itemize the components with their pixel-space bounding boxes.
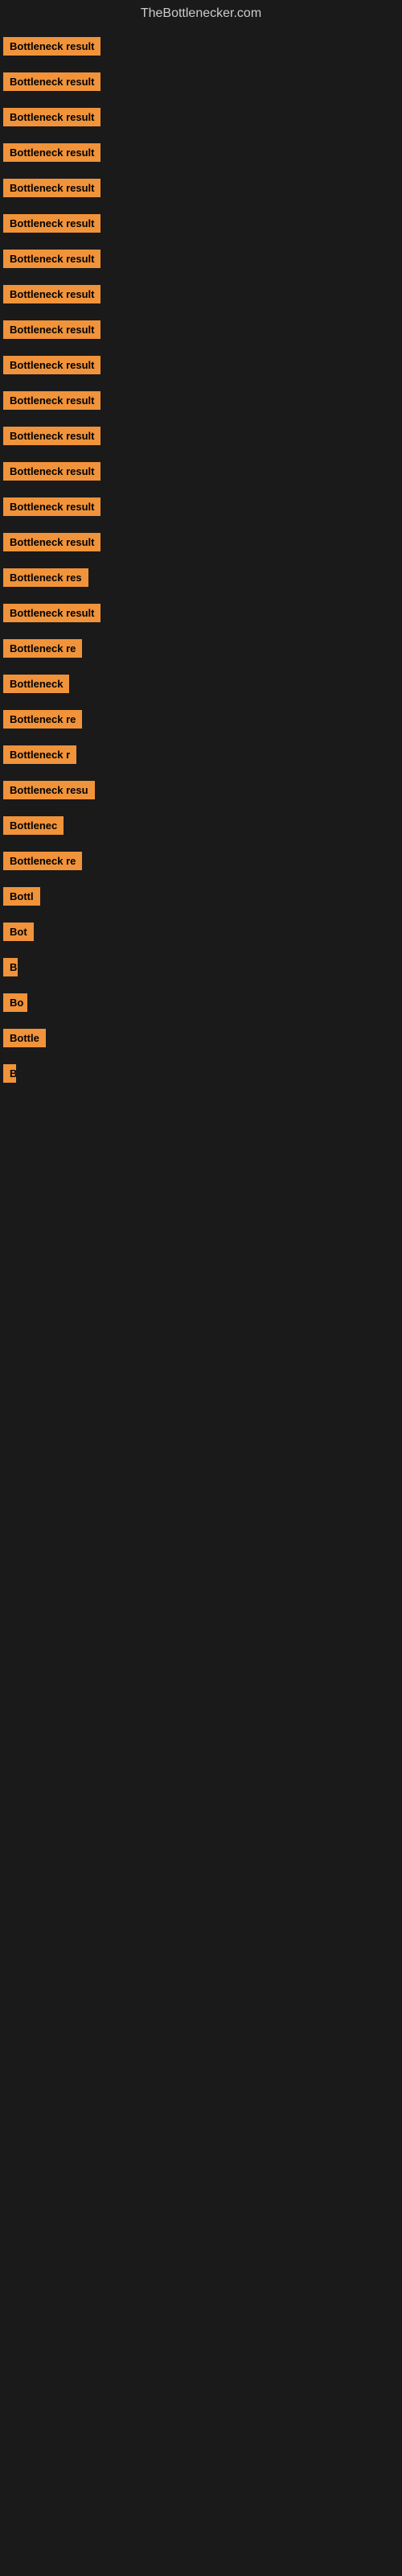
list-item: B — [0, 952, 402, 987]
list-item: Bottleneck res — [0, 562, 402, 597]
list-item: Bottle — [0, 1022, 402, 1058]
bottleneck-badge[interactable]: Bo — [3, 993, 27, 1012]
list-item: Bottleneck result — [0, 279, 402, 314]
bottleneck-badge[interactable]: Bottleneck result — [3, 285, 100, 303]
bottleneck-badge[interactable]: Bottle — [3, 1029, 46, 1047]
items-container: Bottleneck result Bottleneck result Bottle… — [0, 27, 402, 1096]
list-item: Bo — [0, 987, 402, 1022]
list-item: Bottleneck — [0, 668, 402, 704]
bottleneck-badge[interactable]: Bottleneck result — [3, 391, 100, 410]
list-item: Bottleneck result — [0, 385, 402, 420]
list-item: Bottleneck result — [0, 137, 402, 172]
bottleneck-badge[interactable]: Bottleneck result — [3, 72, 100, 91]
site-title: TheBottlenecker.com — [0, 0, 402, 27]
list-item: Bottleneck result — [0, 349, 402, 385]
list-item: Bottleneck re — [0, 633, 402, 668]
bottleneck-badge[interactable]: Bottleneck result — [3, 214, 100, 233]
list-item: Bottleneck result — [0, 456, 402, 491]
bottleneck-badge[interactable]: Bottleneck result — [3, 356, 100, 374]
bottleneck-badge[interactable]: Bot — [3, 923, 34, 941]
bottleneck-badge[interactable]: Bottleneck result — [3, 108, 100, 126]
list-item: Bottleneck r — [0, 739, 402, 774]
bottleneck-badge[interactable]: B — [3, 1064, 16, 1083]
list-item: Bottleneck result — [0, 66, 402, 101]
bottleneck-badge[interactable]: Bottleneck result — [3, 533, 100, 551]
bottleneck-badge[interactable]: Bottleneck re — [3, 710, 82, 729]
bottleneck-badge[interactable]: Bottleneck result — [3, 179, 100, 197]
list-item: Bottl — [0, 881, 402, 916]
bottleneck-badge[interactable]: Bottleneck result — [3, 462, 100, 481]
list-item: Bottlenec — [0, 810, 402, 845]
list-item: Bottleneck re — [0, 704, 402, 739]
list-item: Bottleneck result — [0, 243, 402, 279]
list-item: Bottleneck result — [0, 420, 402, 456]
bottleneck-badge[interactable]: B — [3, 958, 18, 976]
list-item: Bottleneck result — [0, 101, 402, 137]
bottleneck-badge[interactable]: Bottleneck result — [3, 497, 100, 516]
bottleneck-badge[interactable]: Bottleneck result — [3, 143, 100, 162]
bottleneck-badge[interactable]: Bottleneck result — [3, 37, 100, 56]
list-item: Bottleneck result — [0, 172, 402, 208]
list-item: Bot — [0, 916, 402, 952]
list-item: Bottleneck resu — [0, 774, 402, 810]
bottleneck-badge[interactable]: Bottleneck result — [3, 427, 100, 445]
list-item: Bottleneck result — [0, 208, 402, 243]
list-item: Bottleneck result — [0, 597, 402, 633]
list-item: B — [0, 1058, 402, 1093]
bottleneck-badge[interactable]: Bottleneck — [3, 675, 69, 693]
bottleneck-badge[interactable]: Bottleneck result — [3, 250, 100, 268]
list-item: Bottleneck result — [0, 314, 402, 349]
list-item: Bottleneck result — [0, 31, 402, 66]
bottleneck-badge[interactable]: Bottleneck res — [3, 568, 88, 587]
bottleneck-badge[interactable]: Bottleneck re — [3, 639, 82, 658]
title-text: TheBottlenecker.com — [141, 6, 261, 20]
bottleneck-badge[interactable]: Bottleneck result — [3, 320, 100, 339]
bottleneck-badge[interactable]: Bottleneck re — [3, 852, 82, 870]
bottleneck-badge[interactable]: Bottleneck result — [3, 604, 100, 622]
list-item: Bottleneck result — [0, 526, 402, 562]
list-item: Bottleneck re — [0, 845, 402, 881]
bottleneck-badge[interactable]: Bottl — [3, 887, 40, 906]
list-item: Bottleneck result — [0, 491, 402, 526]
bottleneck-badge[interactable]: Bottlenec — [3, 816, 64, 835]
bottleneck-badge[interactable]: Bottleneck resu — [3, 781, 95, 799]
bottleneck-badge[interactable]: Bottleneck r — [3, 745, 76, 764]
